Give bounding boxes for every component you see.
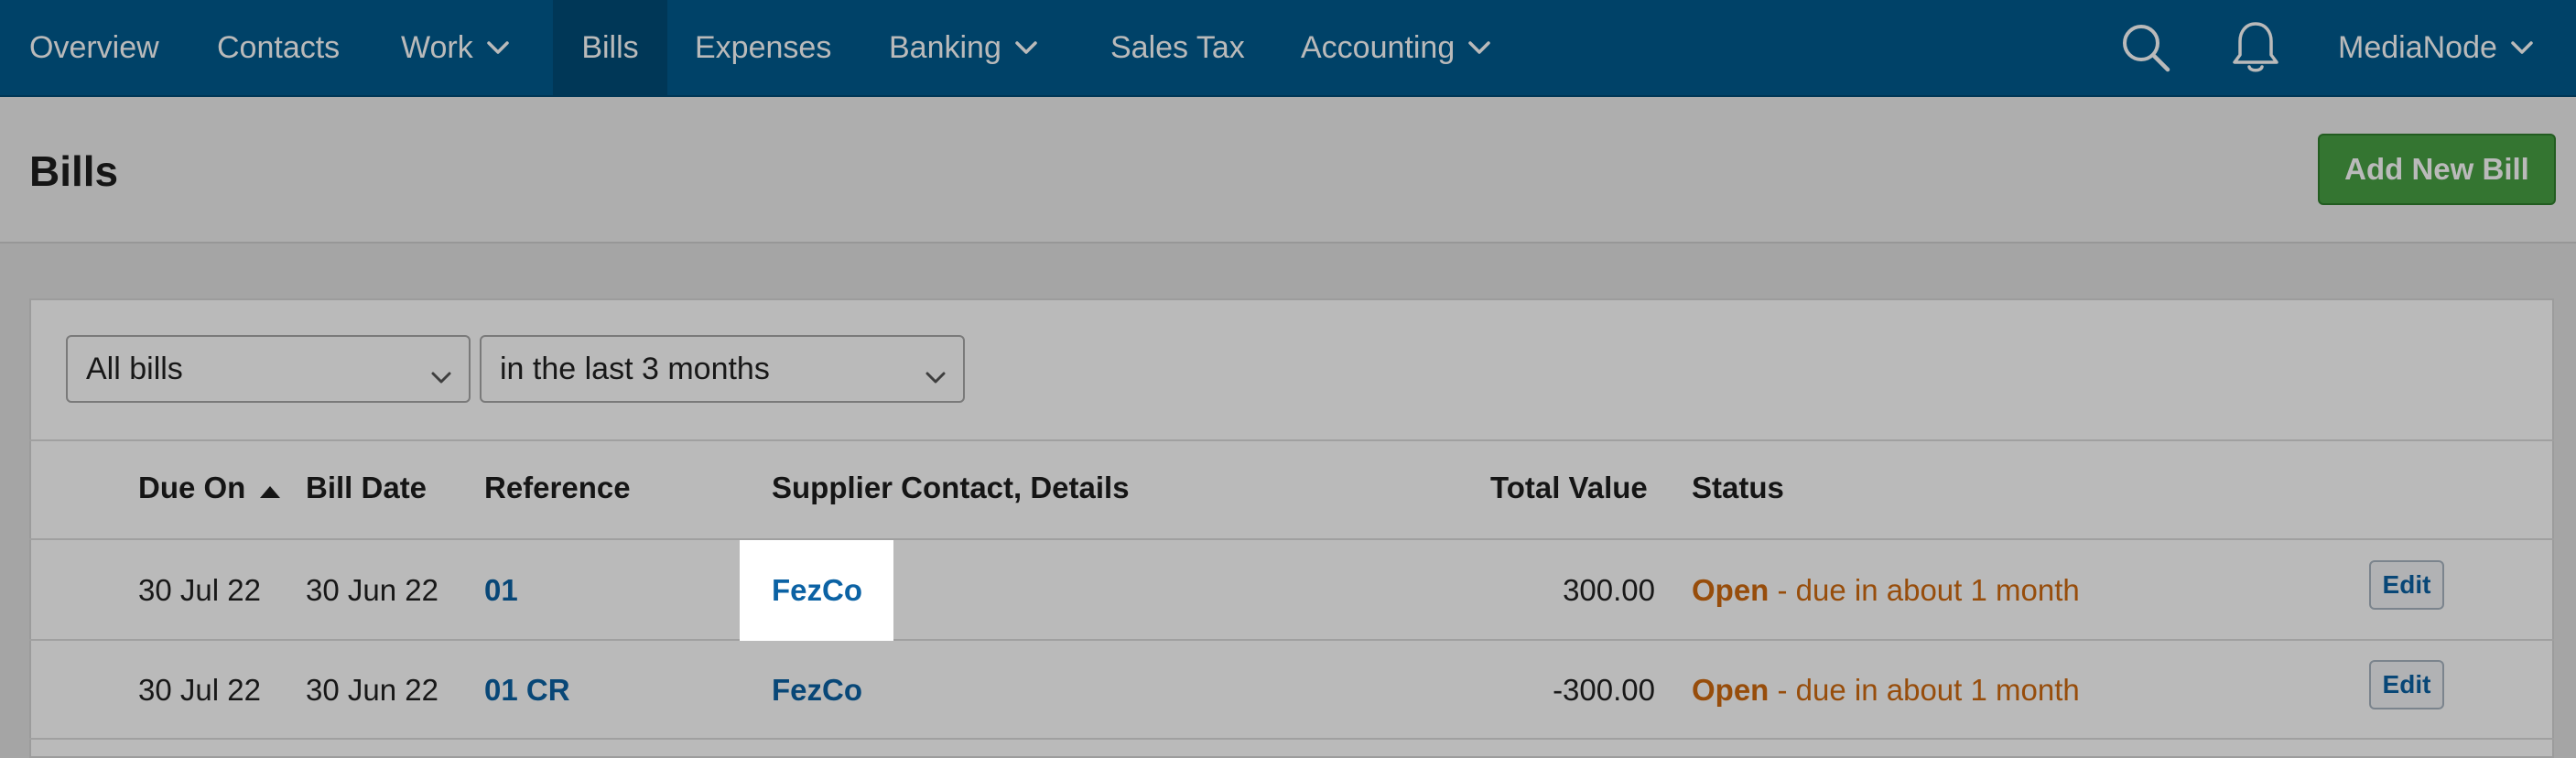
row-due-on: 30 Jul 22 xyxy=(138,573,261,607)
divider xyxy=(29,639,2554,641)
nav-banking[interactable]: Banking xyxy=(889,0,1038,95)
row-supplier-link[interactable]: FezCo xyxy=(772,673,862,708)
row-due-on: 30 Jul 22 xyxy=(138,673,261,707)
add-new-bill-button[interactable]: Add New Bill xyxy=(2318,134,2556,205)
row-status: Open - due in about 1 month xyxy=(1692,673,2080,708)
status-word: Open xyxy=(1692,573,1770,607)
account-menu[interactable]: MediaNode xyxy=(2338,0,2534,95)
column-header-bill-date[interactable]: Bill Date xyxy=(306,471,427,505)
divider xyxy=(29,738,2554,740)
chevron-down-icon xyxy=(430,359,452,395)
row-bill-date: 30 Jun 22 xyxy=(306,573,438,607)
chevron-down-icon xyxy=(925,359,947,395)
divider xyxy=(29,439,2554,441)
nav-expenses[interactable]: Expenses xyxy=(695,0,831,95)
highlighted-supplier-link[interactable]: FezCo xyxy=(772,573,862,608)
row-reference-link[interactable]: 01 xyxy=(484,573,518,608)
status-word: Open xyxy=(1692,673,1770,707)
nav-work-label: Work xyxy=(401,29,473,65)
column-header-total-value[interactable]: Total Value xyxy=(1490,471,1648,505)
account-name: MediaNode xyxy=(2338,29,2497,65)
status-detail: - due in about 1 month xyxy=(1769,673,2080,707)
column-header-supplier[interactable]: Supplier Contact, Details xyxy=(772,471,1130,505)
chevron-down-icon xyxy=(2510,39,2534,56)
search-icon[interactable] xyxy=(2115,16,2177,79)
spotlight-highlight: FezCo xyxy=(740,540,893,641)
chevron-down-icon xyxy=(1467,39,1491,56)
page-header xyxy=(0,97,2576,244)
nav-contacts-label: Contacts xyxy=(217,29,341,65)
row-status: Open - due in about 1 month xyxy=(1692,573,2080,608)
row-bill-date: 30 Jun 22 xyxy=(306,673,438,707)
bill-type-value: All bills xyxy=(86,351,183,386)
column-header-status[interactable]: Status xyxy=(1692,471,1784,505)
nav-bills-label: Bills xyxy=(581,29,639,65)
nav-banking-label: Banking xyxy=(889,29,1001,65)
status-detail: - due in about 1 month xyxy=(1769,573,2080,607)
edit-button[interactable]: Edit xyxy=(2369,660,2444,709)
top-navigation: Overview Contacts Work Bills Expenses Ba… xyxy=(0,0,2576,97)
nav-sales-tax-label: Sales Tax xyxy=(1110,29,1245,65)
nav-accounting-label: Accounting xyxy=(1301,29,1456,65)
sort-ascending-icon xyxy=(258,472,282,507)
row-reference-link[interactable]: 01 CR xyxy=(484,673,570,708)
nav-sales-tax[interactable]: Sales Tax xyxy=(1110,0,1245,95)
nav-overview-label: Overview xyxy=(29,29,159,65)
row-total-value: -300.00 xyxy=(1553,673,1655,707)
divider xyxy=(29,538,2554,540)
nav-contacts[interactable]: Contacts xyxy=(217,0,340,95)
bill-type-select[interactable]: All bills xyxy=(66,335,471,403)
column-header-due-on-label: Due On xyxy=(138,471,246,504)
period-value: in the last 3 months xyxy=(500,351,770,386)
chevron-down-icon xyxy=(1014,39,1038,56)
column-header-reference[interactable]: Reference xyxy=(484,471,631,505)
nav-expenses-label: Expenses xyxy=(695,29,832,65)
page-title: Bills xyxy=(29,147,119,195)
chevron-down-icon xyxy=(486,39,510,56)
period-select[interactable]: in the last 3 months xyxy=(480,335,965,403)
nav-bills[interactable]: Bills xyxy=(553,0,667,95)
bell-icon[interactable] xyxy=(2224,16,2287,79)
column-header-due-on[interactable]: Due On xyxy=(138,471,282,507)
nav-work[interactable]: Work xyxy=(401,0,510,95)
edit-button[interactable]: Edit xyxy=(2369,560,2444,610)
row-total-value: 300.00 xyxy=(1563,573,1655,607)
nav-overview[interactable]: Overview xyxy=(29,0,159,95)
nav-accounting[interactable]: Accounting xyxy=(1301,0,1491,95)
